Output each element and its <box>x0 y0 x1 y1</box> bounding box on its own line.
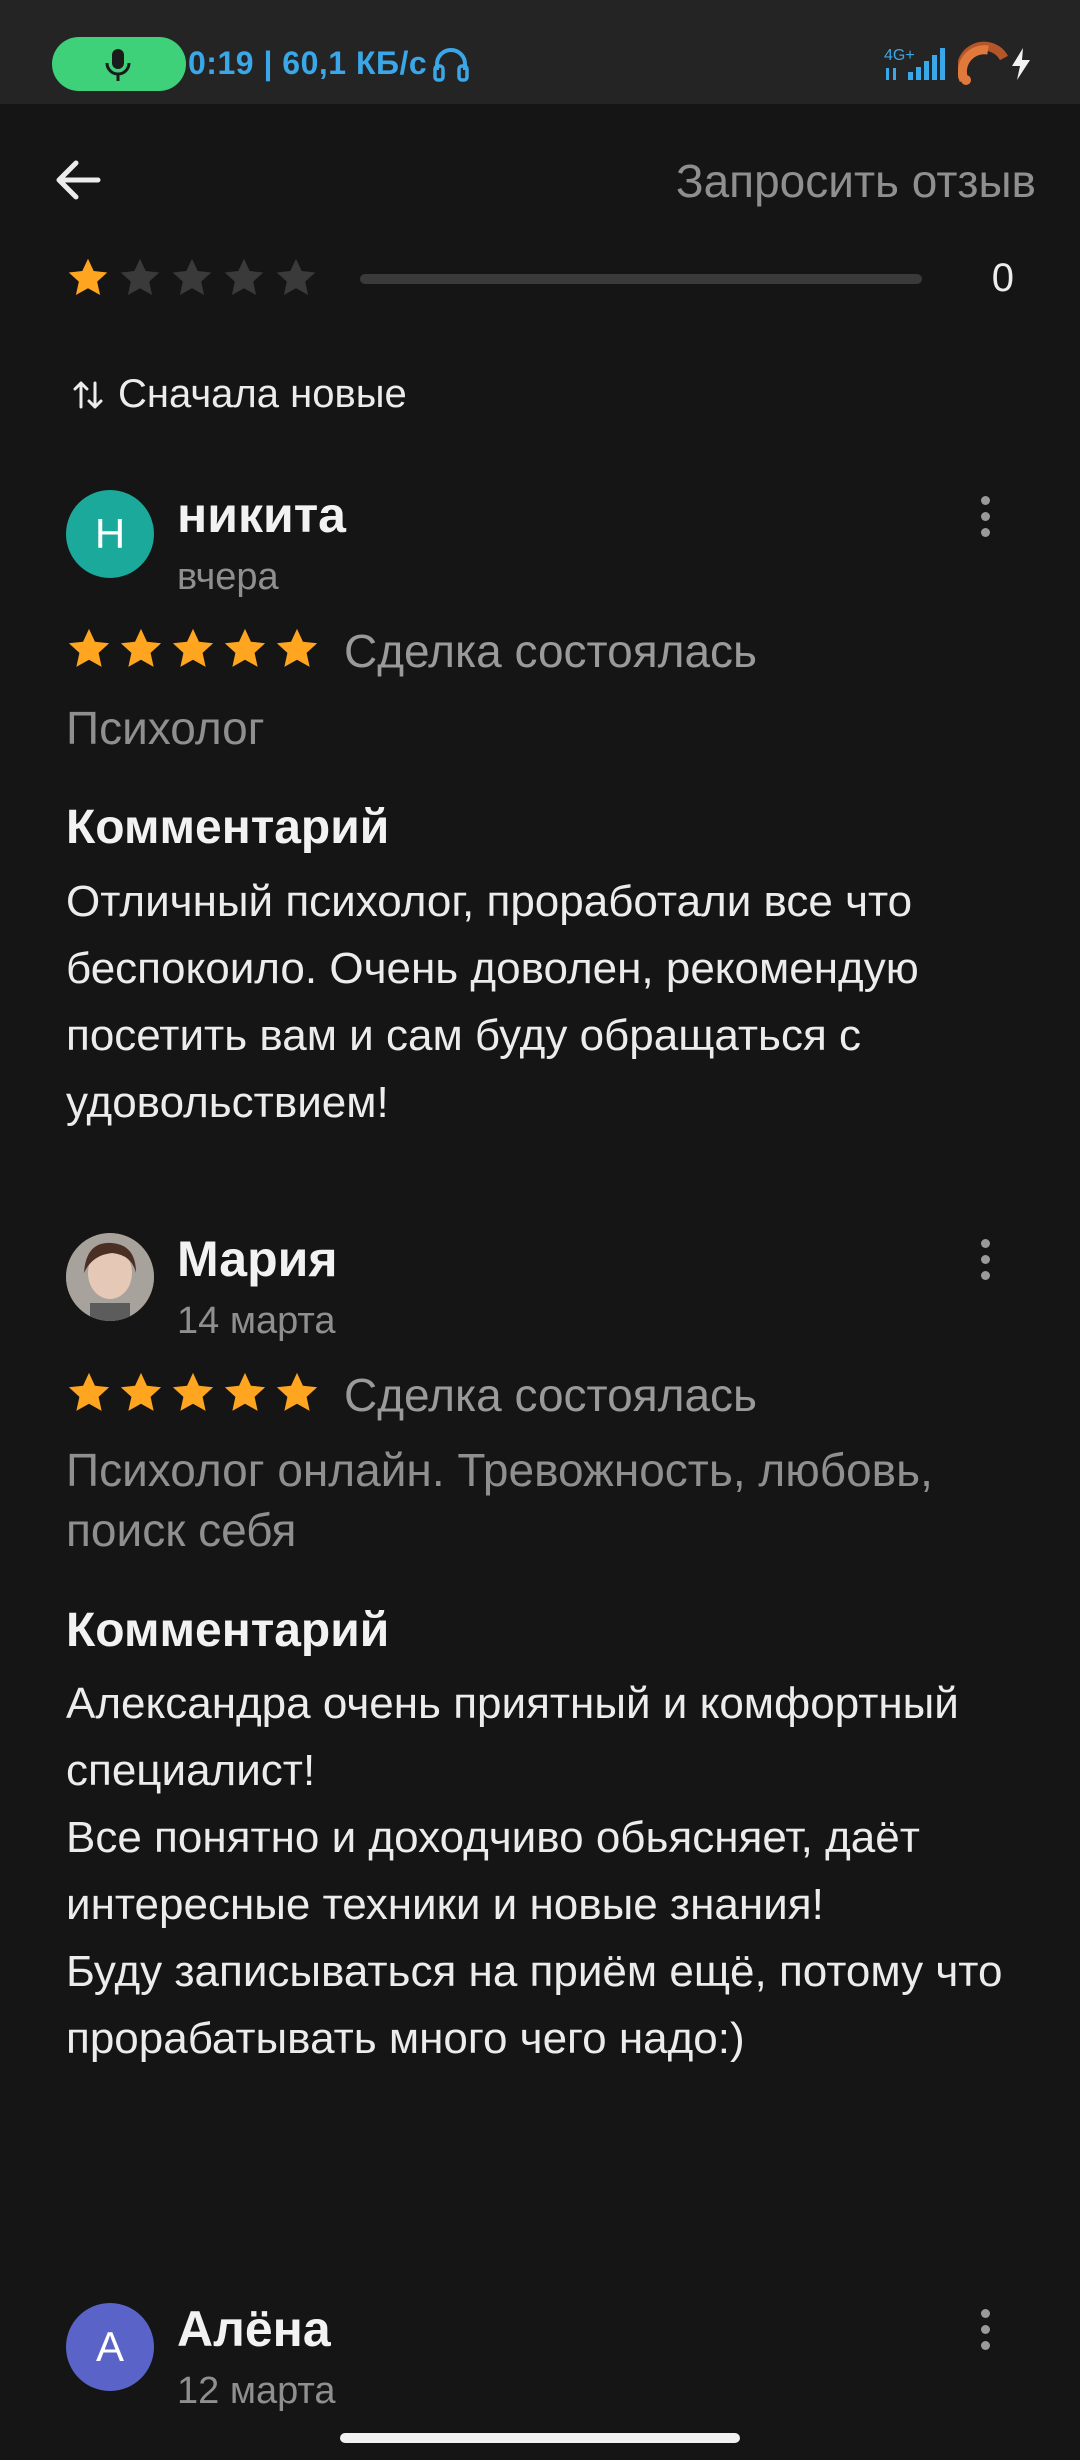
sort-arrows-icon <box>73 381 103 408</box>
review-menu-button[interactable] <box>965 1229 1005 1289</box>
headphones-icon <box>433 48 469 82</box>
request-review-button[interactable]: Запросить отзыв <box>676 154 1036 208</box>
star-icon <box>68 258 108 296</box>
star-icon <box>224 258 264 296</box>
review-menu-button[interactable] <box>965 2299 1005 2359</box>
star-icon <box>276 1372 318 1411</box>
comment-text: Александра очень приятный и комфортный с… <box>66 1679 1003 2063</box>
charging-bolt-icon <box>1012 48 1030 80</box>
comment-title: Комментарий <box>66 1604 390 1657</box>
avatar[interactable]: А <box>66 2303 154 2391</box>
sort-label: Сначала новые <box>118 372 407 416</box>
svg-text:4G+: 4G+ <box>884 47 915 64</box>
microphone-icon <box>105 49 131 81</box>
active-recording-pill[interactable] <box>52 37 186 91</box>
review-author[interactable]: никита <box>177 486 346 544</box>
sort-button[interactable]: Сначала новые <box>70 372 407 417</box>
rating-breakdown-count: 0 <box>991 256 1014 300</box>
back-arrow-icon[interactable] <box>50 152 106 208</box>
review-menu-button[interactable] <box>965 486 1005 546</box>
rating-breakdown-row-1: 0 <box>0 252 1080 308</box>
star-icon <box>172 258 212 296</box>
star-icon <box>120 1372 162 1411</box>
star-icon <box>172 1372 214 1411</box>
comment-text: Отличный психолог, проработали все что б… <box>66 877 919 1127</box>
star-icon <box>172 628 214 667</box>
star-icon <box>276 628 318 667</box>
review-service: Психолог <box>66 702 265 754</box>
star-icon <box>120 258 160 296</box>
deal-status: Сделка состоялась <box>344 1369 757 1421</box>
avatar-photo <box>66 1233 154 1321</box>
review-service: Психолог онлайн. Тревожность, любовь, по… <box>66 1444 933 1556</box>
deal-status: Сделка состоялась <box>344 625 757 677</box>
review-date: 14 марта <box>177 1300 336 1342</box>
review-stars <box>66 626 320 672</box>
star-icon <box>276 258 316 296</box>
home-indicator[interactable] <box>340 2433 740 2443</box>
battery-icon <box>958 41 1008 85</box>
rating-breakdown-bar <box>360 274 922 284</box>
rating-breakdown-stars <box>66 256 318 300</box>
avatar[interactable]: Н <box>66 490 154 578</box>
avatar[interactable] <box>66 1233 154 1321</box>
comment-title: Комментарий <box>66 801 390 854</box>
review-date: 12 марта <box>177 2370 336 2412</box>
star-icon <box>68 1372 110 1411</box>
review-author[interactable]: Алёна <box>177 2300 331 2358</box>
status-bar: 0:19 | 60,1 КБ/с 4G+ <box>0 0 1080 104</box>
review-author[interactable]: Мария <box>177 1230 338 1288</box>
status-text: 0:19 | 60,1 КБ/с <box>188 45 428 81</box>
star-icon <box>68 628 110 667</box>
navigation-bar <box>0 2416 1080 2460</box>
review-date: вчера <box>177 556 279 598</box>
star-icon <box>224 1372 266 1411</box>
star-icon <box>120 628 162 667</box>
review-stars <box>66 1370 320 1416</box>
star-icon <box>224 628 266 667</box>
signal-icon: 4G+ <box>884 47 945 80</box>
